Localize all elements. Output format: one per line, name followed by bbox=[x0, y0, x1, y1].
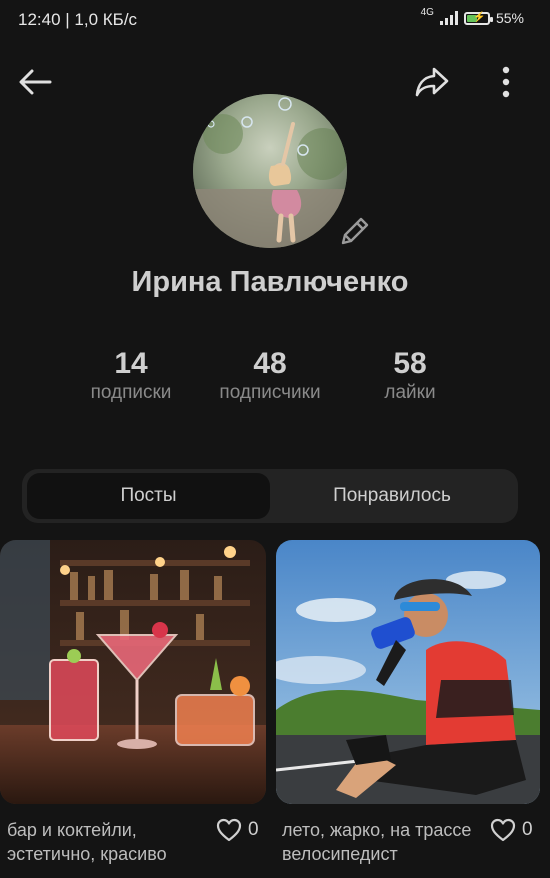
battery-percent: 55% bbox=[495, 10, 524, 26]
stat-following-label: подписки bbox=[90, 382, 172, 403]
stat-following[interactable]: 14 подписки bbox=[72, 346, 190, 404]
like-button[interactable]: 0 bbox=[216, 818, 259, 842]
profile-tabs: Посты Понравилось bbox=[22, 469, 518, 523]
pencil-icon bbox=[341, 217, 369, 245]
like-count: 0 bbox=[248, 819, 259, 840]
avatar[interactable] bbox=[193, 94, 347, 248]
status-time-speed: 12:40 | 1,0 КБ/с bbox=[18, 10, 138, 29]
heart-outline-icon bbox=[490, 818, 516, 842]
stat-likes-label: лайки bbox=[384, 382, 436, 403]
stat-followers-value: 48 bbox=[253, 347, 287, 380]
profile-screen: 12:40 | 1,0 КБ/с 4G ⚡ 55% Ирина Павлючен… bbox=[0, 0, 550, 878]
post-caption: лето, жарко, на трассе велосипедист bbox=[282, 820, 472, 864]
avatar-photo bbox=[193, 94, 347, 248]
post-photo-cocktails bbox=[0, 540, 266, 804]
tab-posts[interactable]: Посты bbox=[27, 473, 270, 519]
tab-liked[interactable]: Понравилось bbox=[272, 473, 512, 519]
post-photo-cyclist bbox=[276, 540, 540, 804]
share-button[interactable] bbox=[410, 62, 454, 102]
like-count: 0 bbox=[522, 819, 533, 840]
status-indicators: 4G ⚡ 55% bbox=[420, 7, 524, 27]
more-vertical-icon bbox=[502, 66, 510, 98]
post-card-image[interactable] bbox=[276, 540, 540, 804]
stat-following-value: 14 bbox=[114, 347, 148, 380]
network-type: 4G bbox=[420, 7, 434, 18]
more-button[interactable] bbox=[490, 62, 522, 102]
post-caption: бар и коктейли, эстетично, красиво bbox=[7, 820, 167, 864]
battery-icon: ⚡ bbox=[463, 11, 493, 25]
stat-likes[interactable]: 58 лайки bbox=[360, 346, 460, 404]
arrow-left-icon bbox=[19, 69, 52, 95]
charging-icon: ⚡ bbox=[472, 11, 486, 23]
profile-name: Ирина Павлюченко bbox=[131, 266, 409, 298]
stat-followers[interactable]: 48 подписчики bbox=[200, 346, 340, 404]
stat-followers-label: подписчики bbox=[219, 382, 321, 403]
back-button[interactable] bbox=[14, 62, 56, 102]
signal-icon bbox=[439, 11, 458, 25]
edit-avatar-button[interactable] bbox=[334, 212, 374, 252]
post-card-image[interactable] bbox=[0, 540, 266, 804]
share-arrow-icon bbox=[415, 67, 449, 97]
like-button[interactable]: 0 bbox=[490, 818, 533, 842]
heart-outline-icon bbox=[216, 818, 242, 842]
stat-likes-value: 58 bbox=[393, 347, 427, 380]
status-bar: 12:40 | 1,0 КБ/с 4G ⚡ 55% bbox=[0, 0, 550, 44]
